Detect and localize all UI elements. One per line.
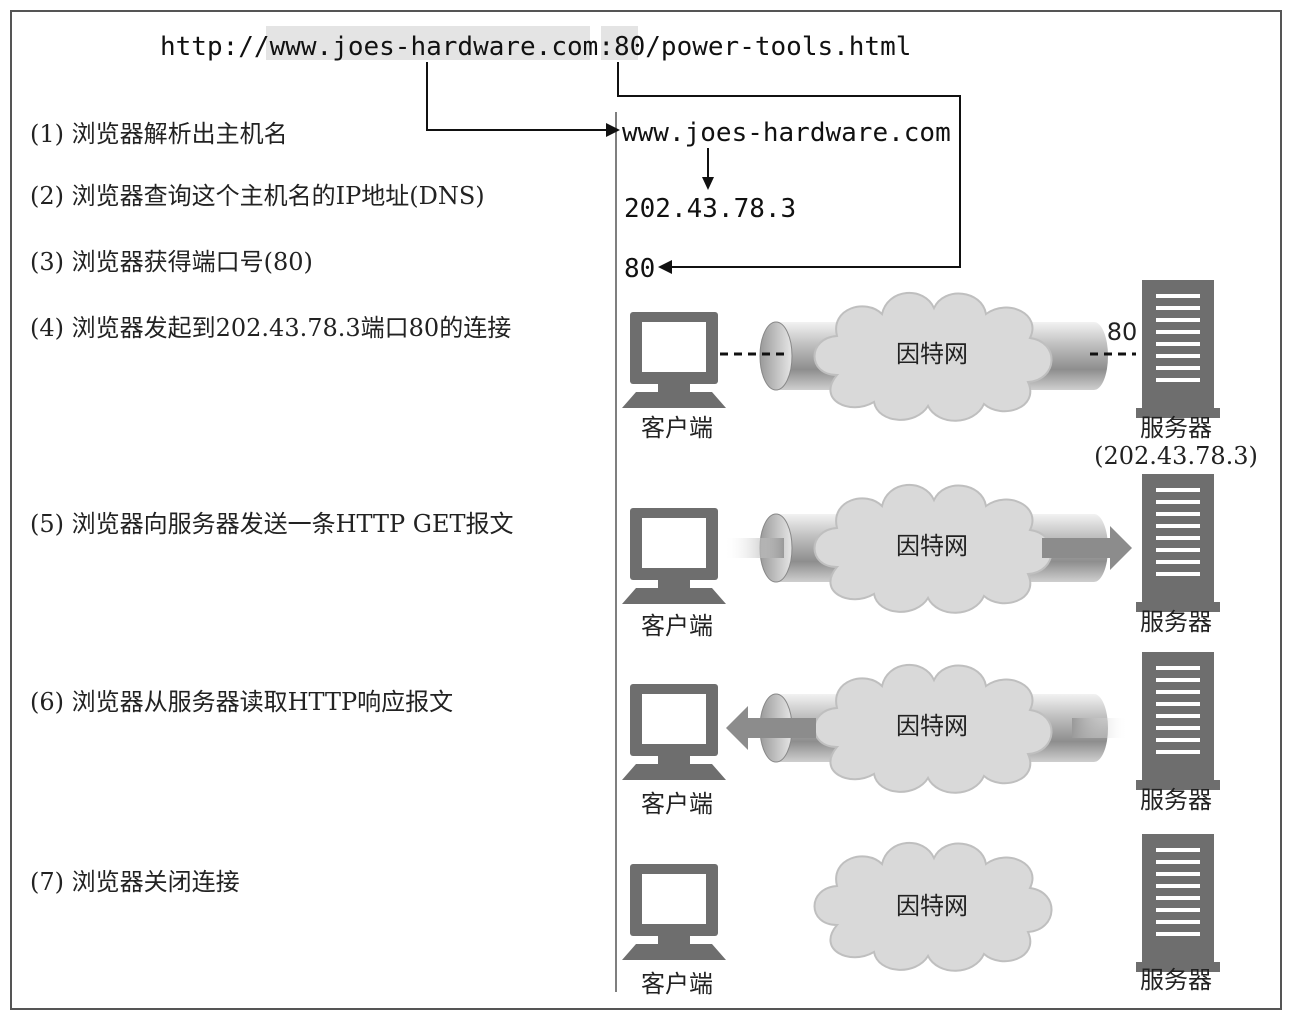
url-colon: : xyxy=(598,32,614,62)
url-host: www.joes-hardware.com xyxy=(270,32,599,62)
url-port: 80 xyxy=(614,32,645,62)
port-arrow-line xyxy=(617,62,961,268)
step-5-label: (5) 浏览器向服务器发送一条HTTP GET报文 xyxy=(30,510,514,538)
internet-label: 因特网 xyxy=(896,532,968,560)
client-label: 客户端 xyxy=(641,790,713,818)
server-icon xyxy=(1136,834,1220,972)
response-arrow-shaft xyxy=(746,718,816,738)
internet-label: 因特网 xyxy=(896,892,968,920)
server-port-label: 80 xyxy=(1107,318,1138,346)
host-arrow-line xyxy=(426,62,610,131)
client-label: 客户端 xyxy=(641,970,713,998)
step-4-label: (4) 浏览器发起到202.43.78.3端口80的连接 xyxy=(30,314,511,342)
client-computer-icon xyxy=(622,312,726,408)
url-prefix: http:// xyxy=(160,32,270,62)
resolved-ip: 202.43.78.3 xyxy=(624,194,796,224)
client-computer-icon xyxy=(622,508,726,604)
tube-opening xyxy=(759,321,793,391)
dns-arrow-head xyxy=(702,177,714,190)
url-path: /power-tools.html xyxy=(645,32,911,62)
server-icon xyxy=(1136,652,1220,790)
response-arrow-icon xyxy=(726,706,748,750)
port-arrow-head xyxy=(658,260,672,274)
server-label: 服务器 xyxy=(1140,608,1212,636)
internet-label: 因特网 xyxy=(896,712,968,740)
row-response: 客户端 因特网 服务器 xyxy=(622,652,1220,818)
row-request: 客户端 因特网 服务器 xyxy=(622,474,1220,640)
client-label: 客户端 xyxy=(641,612,713,640)
url: http://www.joes-hardware.com:80/power-to… xyxy=(160,32,911,62)
resolved-port: 80 xyxy=(624,254,655,284)
client-label: 客户端 xyxy=(641,414,713,442)
step-6-label: (6) 浏览器从服务器读取HTTP响应报文 xyxy=(30,688,453,716)
step-3-label: (3) 浏览器获得端口号(80) xyxy=(30,248,313,276)
server-label: 服务器 xyxy=(1140,414,1212,442)
step-1-label: (1) 浏览器解析出主机名 xyxy=(30,120,288,148)
request-arrow-shaft xyxy=(1042,538,1112,558)
client-computer-icon xyxy=(622,864,726,960)
server-label: 服务器 xyxy=(1140,966,1212,994)
row-close: 客户端 因特网 服务器 xyxy=(622,834,1220,998)
server-label: 服务器 xyxy=(1140,786,1212,814)
figure-frame: http://www.joes-hardware.com:80/power-to… xyxy=(10,10,1282,1010)
server-icon xyxy=(1136,280,1220,418)
client-computer-icon xyxy=(622,684,726,780)
resolved-hostname: www.joes-hardware.com xyxy=(622,118,951,148)
internet-label: 因特网 xyxy=(896,340,968,368)
server-ip-label: (202.43.78.3) xyxy=(1094,442,1258,470)
host-arrow-head xyxy=(606,123,620,137)
step-2-label: (2) 浏览器查询这个主机名的IP地址(DNS) xyxy=(30,182,485,210)
request-arrow-icon xyxy=(1110,526,1132,570)
row-connect: 客户端 因特网 80 服务器 (202.43.78.3) xyxy=(622,280,1258,470)
server-icon xyxy=(1136,474,1220,612)
step-7-label: (7) 浏览器关闭连接 xyxy=(30,868,240,896)
http-connection-diagram: http://www.joes-hardware.com:80/power-to… xyxy=(30,26,1258,998)
